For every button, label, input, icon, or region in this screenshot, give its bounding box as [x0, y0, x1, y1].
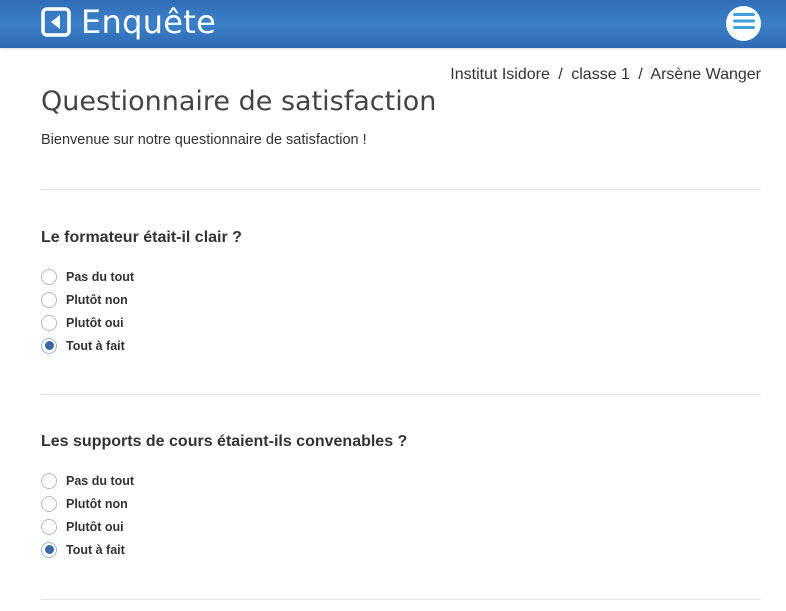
- breadcrumb-separator: /: [638, 66, 643, 83]
- intro-text: Bienvenue sur notre questionnaire de sat…: [41, 132, 367, 148]
- option-label: Plutôt oui: [66, 519, 124, 534]
- radio-button-checked[interactable]: [41, 541, 57, 558]
- brand[interactable]: Enquête: [41, 0, 216, 48]
- question-1: Le formateur était-il clair ? Pas du tou…: [41, 229, 761, 357]
- question-2: Les supports de cours étaient-ils conven…: [41, 433, 761, 561]
- breadcrumb-separator: /: [558, 66, 563, 83]
- option-label: Tout à fait: [66, 542, 125, 557]
- breadcrumb-person: Arsène Wanger: [650, 66, 761, 83]
- top-navbar: Enquête: [0, 0, 786, 48]
- radio-button[interactable]: [41, 495, 57, 512]
- option-label: Pas du tout: [66, 473, 135, 488]
- divider: [41, 394, 761, 395]
- breadcrumb-institution: Institut Isidore: [450, 66, 550, 83]
- hamburger-menu-icon: [732, 13, 755, 34]
- page-title: Questionnaire de satisfaction: [41, 86, 437, 117]
- breadcrumb: Institut Isidore / classe 1 / Arsène Wan…: [450, 66, 761, 84]
- app-title: Enquête: [81, 3, 217, 41]
- radio-button[interactable]: [41, 518, 57, 535]
- option-label: Plutôt non: [66, 292, 128, 307]
- breadcrumb-class: classe 1: [571, 66, 630, 83]
- option-label: Tout à fait: [66, 338, 125, 353]
- option-label: Plutôt non: [66, 496, 128, 511]
- radio-button-checked[interactable]: [41, 337, 57, 354]
- radio-button[interactable]: [41, 314, 57, 331]
- option-pas-du-tout[interactable]: Pas du tout: [41, 265, 761, 288]
- option-tout-a-fait[interactable]: Tout à fait: [41, 334, 761, 357]
- question-title: Le formateur était-il clair ?: [41, 229, 242, 246]
- divider: [41, 599, 761, 600]
- option-tout-a-fait[interactable]: Tout à fait: [41, 538, 761, 561]
- menu-button[interactable]: [726, 6, 761, 41]
- divider: [41, 189, 761, 190]
- radio-button[interactable]: [41, 472, 57, 489]
- option-plutot-oui[interactable]: Plutôt oui: [41, 311, 761, 334]
- option-label: Plutôt oui: [66, 315, 124, 330]
- question-title: Les supports de cours étaient-ils conven…: [41, 433, 408, 450]
- option-label: Pas du tout: [66, 269, 135, 284]
- option-plutot-oui[interactable]: Plutôt oui: [41, 515, 761, 538]
- option-plutot-non[interactable]: Plutôt non: [41, 288, 761, 311]
- option-plutot-non[interactable]: Plutôt non: [41, 492, 761, 515]
- radio-button[interactable]: [41, 268, 57, 285]
- option-pas-du-tout[interactable]: Pas du tout: [41, 469, 761, 492]
- radio-button[interactable]: [41, 291, 57, 308]
- back-arrow-square-icon: [41, 7, 71, 37]
